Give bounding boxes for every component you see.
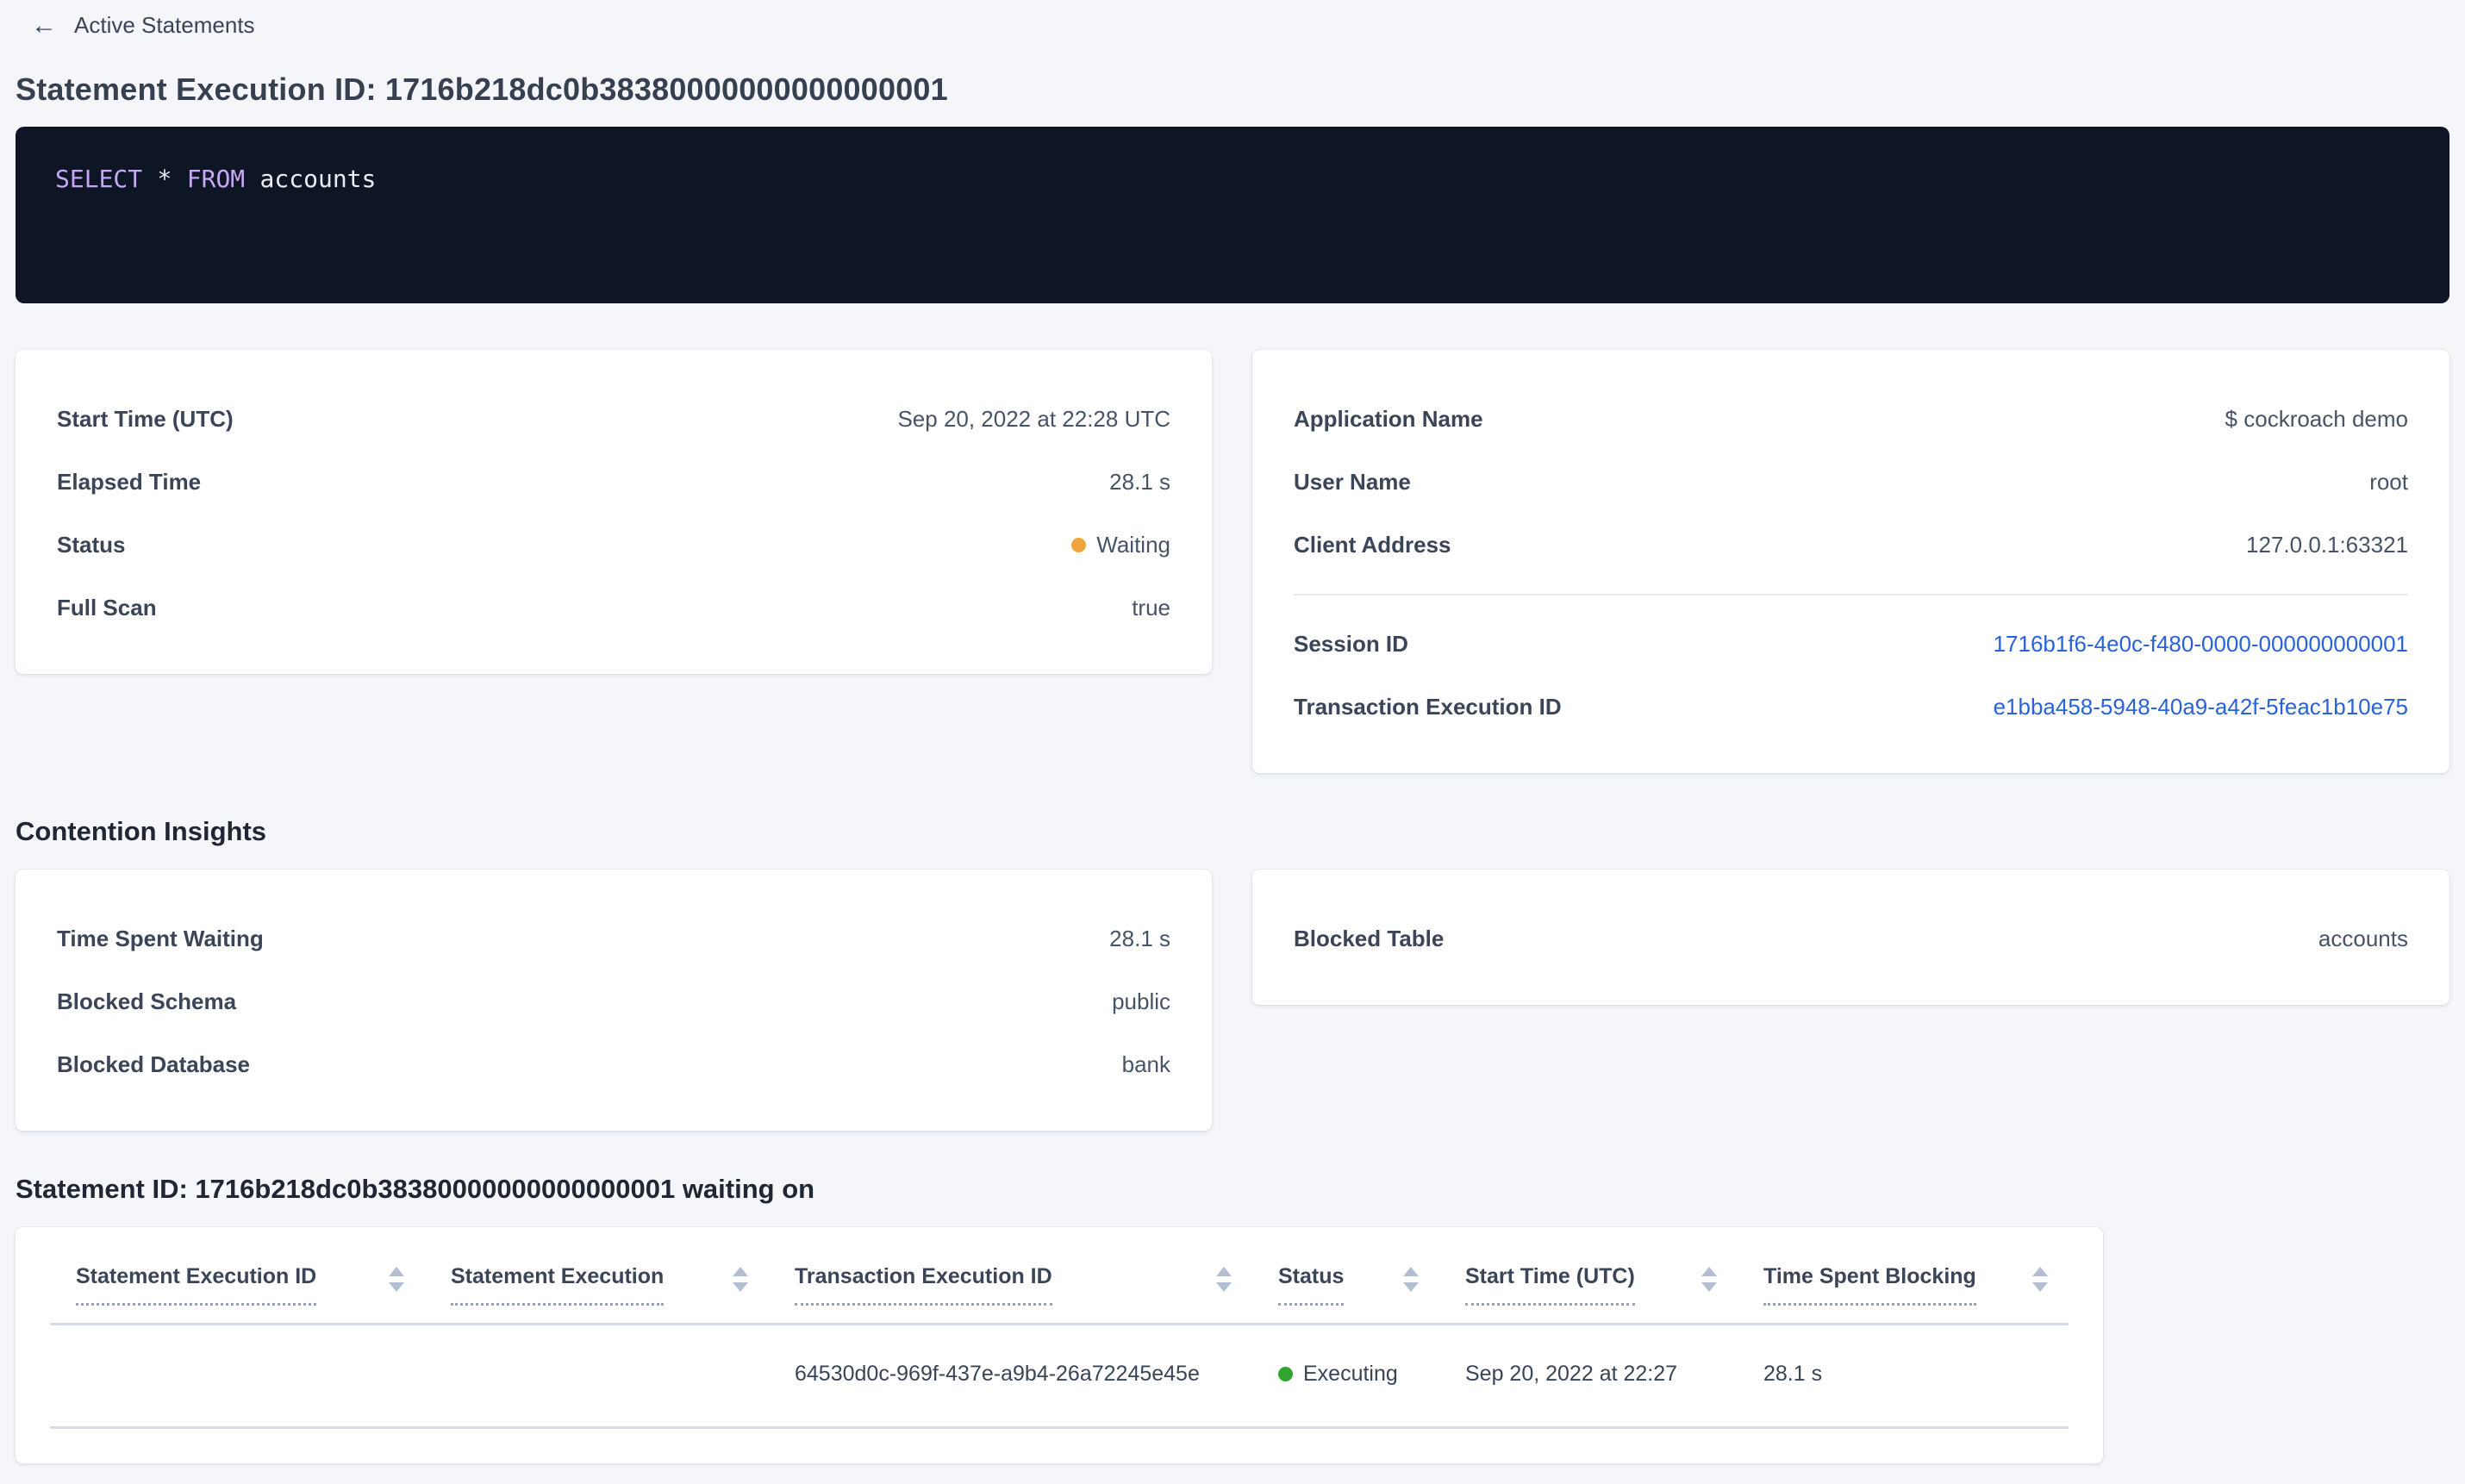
detail-row-start-time: Start Time (UTC) Sep 20, 2022 at 22:28 U…	[57, 388, 1170, 451]
page-title: Statement Execution ID: 1716b218dc0b3838…	[16, 72, 948, 107]
detail-row-client-address: Client Address 127.0.0.1:63321	[1294, 514, 2408, 577]
detail-label: User Name	[1294, 469, 1411, 495]
cell-status: Executing	[1252, 1325, 1439, 1428]
status-text: Executing	[1303, 1362, 1398, 1386]
detail-value: accounts	[2318, 926, 2408, 951]
sort-icon[interactable]	[1701, 1263, 1717, 1292]
column-header-start-time[interactable]: Start Time (UTC)	[1439, 1227, 1738, 1325]
column-header-label[interactable]: Statement Execution ID	[76, 1263, 317, 1306]
status-waiting-dot-icon	[1071, 538, 1087, 552]
cell-start-time: Sep 20, 2022 at 22:27	[1465, 1362, 1678, 1386]
detail-value: 28.1 s	[1109, 926, 1170, 951]
detail-value: bank	[1121, 1051, 1170, 1077]
detail-label: Transaction Execution ID	[1294, 694, 1562, 720]
column-header-time-spent-blocking[interactable]: Time Spent Blocking	[1738, 1227, 2069, 1325]
detail-value: $ cockroach demo	[2225, 406, 2408, 432]
status-value: Waiting	[1071, 532, 1170, 558]
column-header-transaction-execution-id[interactable]: Transaction Execution ID	[769, 1227, 1252, 1325]
column-header-status[interactable]: Status	[1252, 1227, 1439, 1325]
sql-keyword-select: SELECT	[55, 165, 143, 193]
detail-label: Start Time (UTC)	[57, 406, 234, 432]
sort-icon[interactable]	[1216, 1263, 1232, 1292]
waiting-statements-table: Statement Execution ID Statement Executi…	[50, 1227, 2069, 1429]
card-divider	[1294, 594, 2408, 595]
detail-value: true	[1132, 595, 1170, 620]
detail-value: root	[2369, 469, 2408, 495]
cell-time-spent-blocking: 28.1 s	[1763, 1362, 1823, 1386]
table-header-row: Statement Execution ID Statement Executi…	[50, 1227, 2069, 1325]
detail-label: Full Scan	[57, 595, 157, 620]
sql-keyword-from: FROM	[186, 165, 246, 193]
column-header-label[interactable]: Time Spent Blocking	[1763, 1263, 1976, 1306]
detail-label: Session ID	[1294, 631, 1408, 657]
details-cards-row: Start Time (UTC) Sep 20, 2022 at 22:28 U…	[16, 350, 2449, 773]
sort-icon[interactable]	[2032, 1263, 2048, 1292]
cell-statement-execution-id	[50, 1325, 425, 1428]
execution-details-card: Start Time (UTC) Sep 20, 2022 at 22:28 U…	[16, 350, 1212, 674]
detail-row-transaction-execution-id: Transaction Execution ID e1bba458-5948-4…	[1294, 676, 2408, 739]
detail-row-elapsed-time: Elapsed Time 28.1 s	[57, 451, 1170, 514]
contention-left-card: Time Spent Waiting 28.1 s Blocked Schema…	[16, 870, 1212, 1131]
detail-row-time-spent-waiting: Time Spent Waiting 28.1 s	[57, 907, 1170, 970]
sql-statement-box: SELECT * FROM accounts	[16, 127, 2449, 303]
detail-row-blocked-table: Blocked Table accounts	[1294, 907, 2408, 970]
contention-insights-heading: Contention Insights	[16, 816, 267, 846]
column-header-label[interactable]: Statement Execution	[451, 1263, 665, 1306]
detail-row-application-name: Application Name $ cockroach demo	[1294, 388, 2408, 451]
back-link-label[interactable]: Active Statements	[74, 12, 255, 39]
detail-label: Blocked Database	[57, 1051, 250, 1077]
status-text: Waiting	[1096, 532, 1170, 558]
back-arrow-icon[interactable]: ←	[31, 12, 57, 39]
detail-value: 127.0.0.1:63321	[2246, 532, 2408, 558]
cell-transaction-execution-id: 64530d0c-969f-437e-a9b4-26a72245e45e	[795, 1362, 1200, 1386]
column-header-label[interactable]: Start Time (UTC)	[1465, 1263, 1635, 1306]
detail-label: Client Address	[1294, 532, 1451, 558]
contention-cards-row: Time Spent Waiting 28.1 s Blocked Schema…	[16, 870, 2449, 1131]
column-header-statement-execution[interactable]: Statement Execution	[425, 1227, 769, 1325]
sql-star: *	[157, 165, 172, 193]
detail-row-full-scan: Full Scan true	[57, 577, 1170, 639]
detail-label: Blocked Table	[1294, 926, 1445, 951]
waiting-statements-table-card: Statement Execution ID Statement Executi…	[16, 1227, 2103, 1463]
transaction-execution-id-link[interactable]: e1bba458-5948-40a9-a42f-5feac1b10e75	[1994, 694, 2408, 720]
cell-statement-execution	[425, 1325, 769, 1428]
detail-row-session-id: Session ID 1716b1f6-4e0c-f480-0000-00000…	[1294, 613, 2408, 676]
waiting-on-heading: Statement ID: 1716b218dc0b38380000000000…	[16, 1174, 815, 1204]
detail-row-status: Status Waiting	[57, 514, 1170, 577]
session-details-card: Application Name $ cockroach demo User N…	[1252, 350, 2449, 773]
detail-value: 28.1 s	[1109, 469, 1170, 495]
detail-row-blocked-schema: Blocked Schema public	[57, 970, 1170, 1033]
statement-execution-page: ← Active Statements Statement Execution …	[16, 0, 2449, 1463]
detail-label: Blocked Schema	[57, 988, 237, 1014]
session-id-link[interactable]: 1716b1f6-4e0c-f480-0000-000000000001	[1994, 631, 2408, 657]
column-header-statement-execution-id[interactable]: Statement Execution ID	[50, 1227, 425, 1325]
contention-right-card: Blocked Table accounts	[1252, 870, 2449, 1005]
detail-label: Time Spent Waiting	[57, 926, 264, 951]
detail-label: Elapsed Time	[57, 469, 202, 495]
detail-value: public	[1112, 988, 1170, 1014]
sort-icon[interactable]	[733, 1263, 748, 1292]
table-row: 64530d0c-969f-437e-a9b4-26a72245e45e Exe…	[50, 1325, 2069, 1428]
detail-label: Application Name	[1294, 406, 1483, 432]
status-executing-dot-icon	[1278, 1367, 1293, 1381]
detail-row-blocked-database: Blocked Database bank	[57, 1033, 1170, 1096]
column-header-label[interactable]: Status	[1278, 1263, 1345, 1306]
sort-icon[interactable]	[389, 1263, 404, 1292]
detail-row-user-name: User Name root	[1294, 451, 2408, 514]
sql-table-name: accounts	[259, 165, 377, 193]
column-header-label[interactable]: Transaction Execution ID	[795, 1263, 1052, 1306]
detail-value: Sep 20, 2022 at 22:28 UTC	[897, 406, 1170, 432]
detail-label: Status	[57, 532, 126, 558]
back-link[interactable]: ← Active Statements	[31, 12, 2449, 39]
sort-icon[interactable]	[1403, 1263, 1419, 1292]
